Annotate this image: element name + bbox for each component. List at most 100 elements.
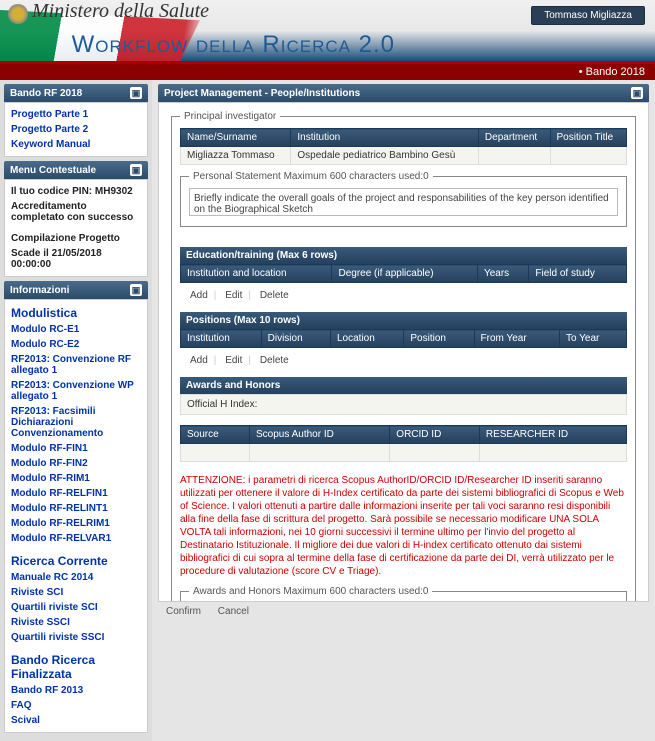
panel-heading[interactable]: Informazioni ▣ (4, 281, 148, 299)
sidebar-link[interactable]: Bando RF 2013 (9, 683, 143, 698)
table-row[interactable] (181, 444, 627, 462)
collapse-icon[interactable]: ▣ (130, 164, 142, 176)
sidebar-link[interactable]: Modulo RF-FIN2 (9, 456, 143, 471)
hindex-row: Official H Index: (180, 394, 627, 415)
user-chip[interactable]: Tommaso Migliazza (531, 6, 645, 25)
compilazione-label: Compilazione Progetto (9, 231, 143, 246)
modulistica-heading: Modulistica (9, 304, 143, 322)
th-pos-loc: Location (330, 330, 403, 348)
delete-button[interactable]: Delete (260, 290, 289, 301)
th-pos-from: From Year (474, 330, 559, 348)
cell-department (478, 147, 550, 165)
sidebar-panel-bando: Bando RF 2018 ▣ Progetto Parte 1 Progett… (4, 84, 148, 157)
th-institution: Institution (291, 129, 479, 147)
cell-orcid (390, 444, 480, 462)
add-button[interactable]: Add (190, 355, 208, 366)
app-title: Workflow della Ricerca 2.0 (72, 31, 395, 59)
th-edu-years: Years (477, 265, 528, 283)
sidebar-link[interactable]: Keyword Manual (9, 137, 143, 152)
sidebar-link[interactable]: Modulo RF-RELRIM1 (9, 516, 143, 531)
pin-label: Il tuo codice PIN: MH9302 (9, 184, 143, 199)
collapse-icon[interactable]: ▣ (631, 87, 643, 99)
sidebar-panel-info: Informazioni ▣ Modulistica Modulo RC-E1M… (4, 281, 148, 733)
education-toolbar: Add| Edit| Delete (180, 287, 627, 304)
th-pos-inst: Institution (181, 330, 262, 348)
th-edu-degree: Degree (if applicable) (332, 265, 477, 283)
content-scroll[interactable]: Principal investigator Name/Surname Inst… (158, 102, 649, 602)
sidebar-link[interactable]: Modulo RF-RELINT1 (9, 501, 143, 516)
sidebar-link[interactable]: Riviste SCI (9, 585, 143, 600)
th-edu-field: Field of study (529, 265, 627, 283)
sidebar-link[interactable]: Progetto Parte 1 (9, 107, 143, 122)
pi-table: Name/Surname Institution Department Posi… (180, 128, 627, 165)
sidebar-link[interactable]: RF2013: Convenzione RF allegato 1 (9, 352, 143, 378)
positions-toolbar: Add| Edit| Delete (180, 352, 627, 369)
ricerca-heading: Ricerca Corrente (9, 552, 143, 570)
cell-researcher (479, 444, 626, 462)
th-researcher: RESEARCHER ID (479, 426, 626, 444)
cancel-button[interactable]: Cancel (218, 606, 249, 617)
sidebar-link[interactable]: Modulo RF-RELVAR1 (9, 531, 143, 546)
sidebar-link[interactable]: RF2013: Convenzione WP allegato 1 (9, 378, 143, 404)
th-pos-to: To Year (559, 330, 626, 348)
bando-banner: • Bando 2018 (0, 64, 655, 80)
cell-name: Migliazza Tommaso (181, 147, 291, 165)
panel-heading[interactable]: Bando RF 2018 ▣ (4, 84, 148, 102)
cell-institution: Ospedale pediatrico Bambino Gesù (291, 147, 479, 165)
personal-statement-fieldset: Personal Statement Maximum 600 character… (180, 171, 627, 227)
education-section-header: Education/training (Max 6 rows) (180, 247, 627, 264)
add-button[interactable]: Add (190, 290, 208, 301)
personal-statement-textarea[interactable]: Briefly indicate the overall goals of th… (189, 188, 618, 216)
sidebar-link[interactable]: Quartili riviste SCI (9, 600, 143, 615)
sidebar-link[interactable]: Scival (9, 713, 143, 728)
edit-button[interactable]: Edit (225, 290, 242, 301)
awards-text-fieldset: Awards and Honors Maximum 600 characters… (180, 586, 627, 602)
th-edu-inst: Institution and location (181, 265, 332, 283)
panel-heading[interactable]: Menu Contestuale ▣ (4, 161, 148, 179)
th-position: Position Title (550, 129, 627, 147)
awards-section-header: Awards and Honors (180, 377, 627, 394)
sidebar-link[interactable]: Manuale RC 2014 (9, 570, 143, 585)
ids-table: Source Scopus Author ID ORCID ID RESEARC… (180, 425, 627, 462)
sidebar-link[interactable]: Modulo RF-RIM1 (9, 471, 143, 486)
th-source: Source (181, 426, 250, 444)
th-pos-pos: Position (404, 330, 474, 348)
panel-title: Menu Contestuale (10, 165, 96, 176)
positions-section-header: Positions (Max 10 rows) (180, 312, 627, 329)
delete-button[interactable]: Delete (260, 355, 289, 366)
sidebar-link[interactable]: Riviste SSCI (9, 615, 143, 630)
th-scopus: Scopus Author ID (250, 426, 390, 444)
cell-scopus (250, 444, 390, 462)
sidebar-link[interactable]: Quartili riviste SSCI (9, 630, 143, 645)
deadline-label: Scade il 21/05/2018 00:00:00 (9, 246, 143, 272)
ah-legend: Awards and Honors Maximum 600 characters… (189, 586, 432, 597)
edit-button[interactable]: Edit (225, 355, 242, 366)
sidebar-link[interactable]: FAQ (9, 698, 143, 713)
sidebar-link[interactable]: Modulo RF-FIN1 (9, 441, 143, 456)
collapse-icon[interactable]: ▣ (130, 284, 142, 296)
emblem-icon (8, 4, 28, 24)
main-area: Project Management - People/Institutions… (152, 80, 655, 741)
bando-heading: Bando Ricerca Finalizzata (9, 651, 143, 683)
sidebar: Bando RF 2018 ▣ Progetto Parte 1 Progett… (0, 80, 152, 741)
ministry-title: Ministero della Salute (32, 0, 209, 23)
education-table: Institution and location Degree (if appl… (180, 264, 627, 283)
panel-title: Informazioni (10, 285, 69, 296)
sidebar-link[interactable]: Modulo RC-E2 (9, 337, 143, 352)
sidebar-link[interactable]: Progetto Parte 2 (9, 122, 143, 137)
warning-prefix: ATTENZIONE: (180, 475, 245, 486)
table-row[interactable]: Migliazza Tommaso Ospedale pediatrico Ba… (181, 147, 627, 165)
th-orcid: ORCID ID (390, 426, 480, 444)
main-panel-title: Project Management - People/Institutions (164, 88, 360, 99)
app-header: Ministero della Salute Tommaso Migliazza… (0, 0, 655, 64)
th-pos-div: Division (261, 330, 330, 348)
collapse-icon[interactable]: ▣ (130, 87, 142, 99)
cell-position (550, 147, 627, 165)
sidebar-link[interactable]: Modulo RF-RELFIN1 (9, 486, 143, 501)
confirm-button[interactable]: Confirm (166, 606, 201, 617)
main-panel-heading: Project Management - People/Institutions… (158, 84, 649, 102)
sidebar-link[interactable]: RF2013: Facsimili Dichiarazioni Convenzi… (9, 404, 143, 441)
sidebar-link[interactable]: Modulo RC-E1 (9, 322, 143, 337)
pi-legend: Principal investigator (180, 111, 280, 122)
th-name: Name/Surname (181, 129, 291, 147)
